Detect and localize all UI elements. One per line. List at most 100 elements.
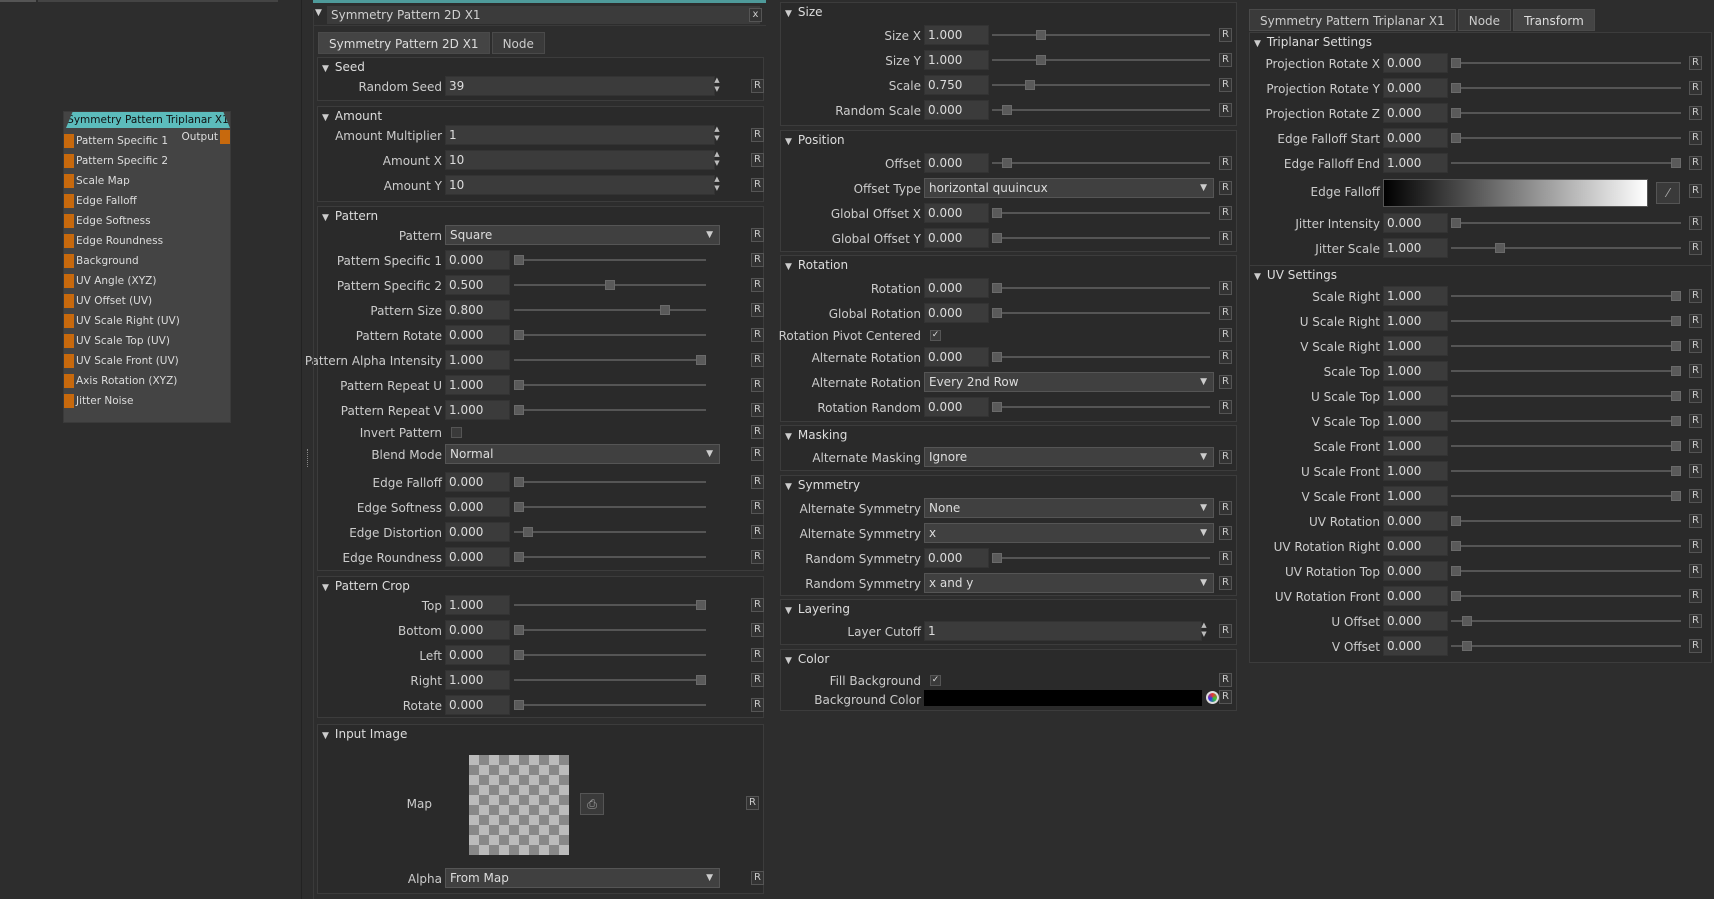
slider-handle[interactable] bbox=[696, 600, 706, 610]
reset-button[interactable]: R bbox=[1689, 464, 1702, 478]
reset-button[interactable]: R bbox=[751, 475, 764, 489]
value-field[interactable]: 0.000 bbox=[924, 100, 989, 120]
input-port[interactable] bbox=[64, 134, 74, 148]
collapse-triangle-icon[interactable]: ▼ bbox=[1254, 39, 1261, 49]
slider-handle[interactable] bbox=[1451, 108, 1461, 118]
reset-button[interactable]: R bbox=[1689, 314, 1702, 328]
input-port[interactable] bbox=[64, 214, 74, 228]
slider-track[interactable] bbox=[1451, 137, 1681, 139]
reset-button[interactable]: R bbox=[1219, 501, 1232, 515]
reset-button[interactable]: R bbox=[746, 796, 759, 810]
reset-button[interactable]: R bbox=[1219, 624, 1232, 638]
reset-button[interactable]: R bbox=[1689, 364, 1702, 378]
reset-button[interactable]: R bbox=[751, 598, 764, 612]
value-field[interactable]: 1.000 bbox=[924, 25, 989, 45]
reset-button[interactable]: R bbox=[751, 871, 764, 885]
slider-track[interactable] bbox=[1451, 395, 1681, 397]
value-field[interactable]: 0.000 bbox=[924, 347, 989, 367]
slider-track[interactable] bbox=[1451, 162, 1681, 164]
slider-handle[interactable] bbox=[1002, 105, 1012, 115]
value-field[interactable]: 0.000 bbox=[445, 472, 510, 492]
slider-track[interactable] bbox=[992, 312, 1210, 314]
value-field[interactable]: 1.000 bbox=[1383, 238, 1448, 258]
value-field[interactable]: 0.000 bbox=[1383, 53, 1448, 73]
value-field[interactable]: 0.000 bbox=[1383, 78, 1448, 98]
slider-handle[interactable] bbox=[1036, 55, 1046, 65]
node-graph[interactable]: Symmetry Pattern Triplanar X1 Output Pat… bbox=[0, 0, 308, 899]
pattern-dropdown[interactable]: Square ▼ bbox=[445, 225, 720, 245]
slider-handle[interactable] bbox=[1025, 80, 1035, 90]
reset-button[interactable]: R bbox=[1219, 690, 1232, 704]
reset-button[interactable]: R bbox=[1689, 81, 1702, 95]
reset-button[interactable]: R bbox=[751, 153, 764, 167]
reset-button[interactable]: R bbox=[1219, 576, 1232, 590]
input-port[interactable] bbox=[64, 394, 74, 408]
background-color-swatch[interactable] bbox=[924, 690, 1202, 706]
close-icon[interactable]: x bbox=[749, 8, 762, 22]
slider-handle[interactable] bbox=[514, 625, 524, 635]
value-field[interactable]: 1.000 bbox=[1383, 386, 1448, 406]
slider-handle[interactable] bbox=[1671, 158, 1681, 168]
amount-y-input[interactable]: 10 bbox=[445, 175, 715, 195]
reset-button[interactable]: R bbox=[1689, 241, 1702, 255]
reset-button[interactable]: R bbox=[751, 698, 764, 712]
value-field[interactable]: 0.000 bbox=[1383, 536, 1448, 556]
checkbox[interactable]: ✓ bbox=[930, 330, 941, 341]
slider-handle[interactable] bbox=[1462, 616, 1472, 626]
reset-button[interactable]: R bbox=[751, 623, 764, 637]
collapse-triangle-icon[interactable]: ▼ bbox=[785, 262, 792, 272]
reset-button[interactable]: R bbox=[751, 353, 764, 367]
slider-handle[interactable] bbox=[1671, 366, 1681, 376]
slider-track[interactable] bbox=[992, 162, 1210, 164]
alpha-dropdown[interactable]: From Map ▼ bbox=[445, 868, 720, 888]
layer-cutoff-input[interactable]: 1 bbox=[924, 621, 1202, 641]
value-field[interactable]: 0.000 bbox=[445, 522, 510, 542]
slider-handle[interactable] bbox=[1671, 466, 1681, 476]
slider-handle[interactable] bbox=[514, 700, 524, 710]
value-field[interactable]: 0.500 bbox=[445, 275, 510, 295]
slider-track[interactable] bbox=[1451, 595, 1681, 597]
load-file-icon[interactable]: ⎙ bbox=[580, 793, 604, 815]
value-field[interactable]: 1.000 bbox=[445, 670, 510, 690]
reset-button[interactable]: R bbox=[1689, 614, 1702, 628]
slider-track[interactable] bbox=[1451, 620, 1681, 622]
reset-button[interactable]: R bbox=[1689, 514, 1702, 528]
collapse-triangle-icon[interactable]: ▼ bbox=[322, 213, 329, 223]
value-field[interactable]: 0.000 bbox=[1383, 103, 1448, 123]
collapse-triangle-icon[interactable]: ▼ bbox=[785, 9, 792, 19]
masking-section-header[interactable]: ▼ Masking bbox=[785, 428, 847, 442]
value-field[interactable]: 1.000 bbox=[445, 375, 510, 395]
reset-button[interactable]: R bbox=[751, 303, 764, 317]
slider-handle[interactable] bbox=[1671, 491, 1681, 501]
value-field[interactable]: 0.000 bbox=[445, 250, 510, 270]
reset-button[interactable]: R bbox=[1689, 339, 1702, 353]
reset-button[interactable]: R bbox=[751, 128, 764, 142]
amount-x-input[interactable]: 10 bbox=[445, 150, 715, 170]
value-field[interactable]: 0.000 bbox=[924, 203, 989, 223]
reset-button[interactable]: R bbox=[751, 673, 764, 687]
rotation-section-header[interactable]: ▼ Rotation bbox=[785, 258, 848, 272]
color-picker-icon[interactable] bbox=[1206, 691, 1219, 704]
reset-button[interactable]: R bbox=[1689, 489, 1702, 503]
slider-track[interactable] bbox=[1451, 222, 1681, 224]
slider-track[interactable] bbox=[514, 409, 706, 411]
reset-button[interactable]: R bbox=[1689, 439, 1702, 453]
slider-handle[interactable] bbox=[992, 308, 1002, 318]
slider-track[interactable] bbox=[514, 629, 706, 631]
value-field[interactable]: 0.000 bbox=[445, 695, 510, 715]
color-section-header[interactable]: ▼ Color bbox=[785, 652, 829, 666]
slider-track[interactable] bbox=[1451, 320, 1681, 322]
slider-handle[interactable] bbox=[1451, 83, 1461, 93]
reset-button[interactable]: R bbox=[1689, 184, 1702, 198]
reset-button[interactable]: R bbox=[751, 378, 764, 392]
slider-handle[interactable] bbox=[992, 283, 1002, 293]
reset-button[interactable]: R bbox=[1219, 231, 1232, 245]
reset-button[interactable]: R bbox=[1689, 216, 1702, 230]
slider-track[interactable] bbox=[514, 531, 706, 533]
slider-track[interactable] bbox=[514, 604, 706, 606]
slider-track[interactable] bbox=[1451, 112, 1681, 114]
reset-button[interactable]: R bbox=[1219, 306, 1232, 320]
slider-track[interactable] bbox=[1451, 370, 1681, 372]
reset-button[interactable]: R bbox=[1219, 281, 1232, 295]
slider-handle[interactable] bbox=[1671, 391, 1681, 401]
